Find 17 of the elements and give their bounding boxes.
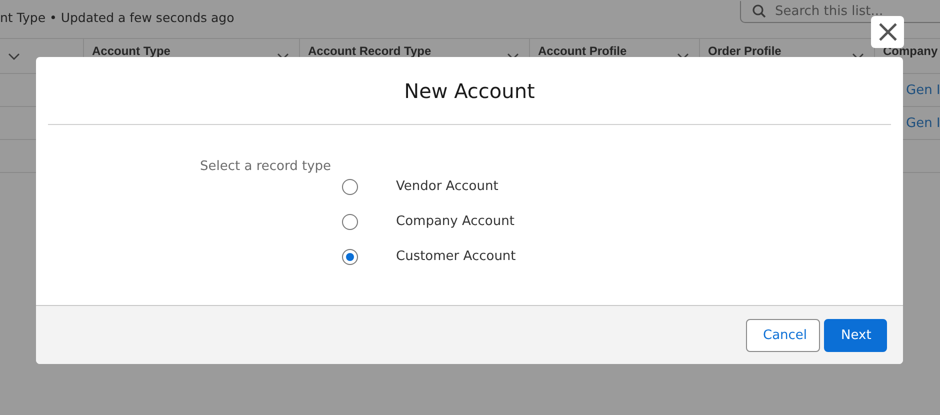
option-label[interactable]: Vendor Account [396,179,498,194]
next-button[interactable]: Next [824,318,887,352]
radio-button[interactable] [342,178,358,194]
field-label: Select a record type [200,159,332,174]
radio-button[interactable] [342,214,358,230]
search-icon [752,4,766,18]
close-button[interactable] [871,16,904,48]
radio-button[interactable] [342,248,358,264]
option-label[interactable]: Customer Account [396,249,516,264]
company-link[interactable]: Gen I [906,82,940,98]
modal-title: New Account [404,78,535,102]
option-label[interactable]: Company Account [396,214,514,229]
company-link[interactable]: Gen I [906,116,940,130]
cancel-button[interactable]: Cancel [746,318,820,352]
close-icon [878,22,898,42]
search-field[interactable]: Search this list... [740,1,940,23]
list-subtitle: nt Type • Updated a few seconds ago [0,9,234,27]
